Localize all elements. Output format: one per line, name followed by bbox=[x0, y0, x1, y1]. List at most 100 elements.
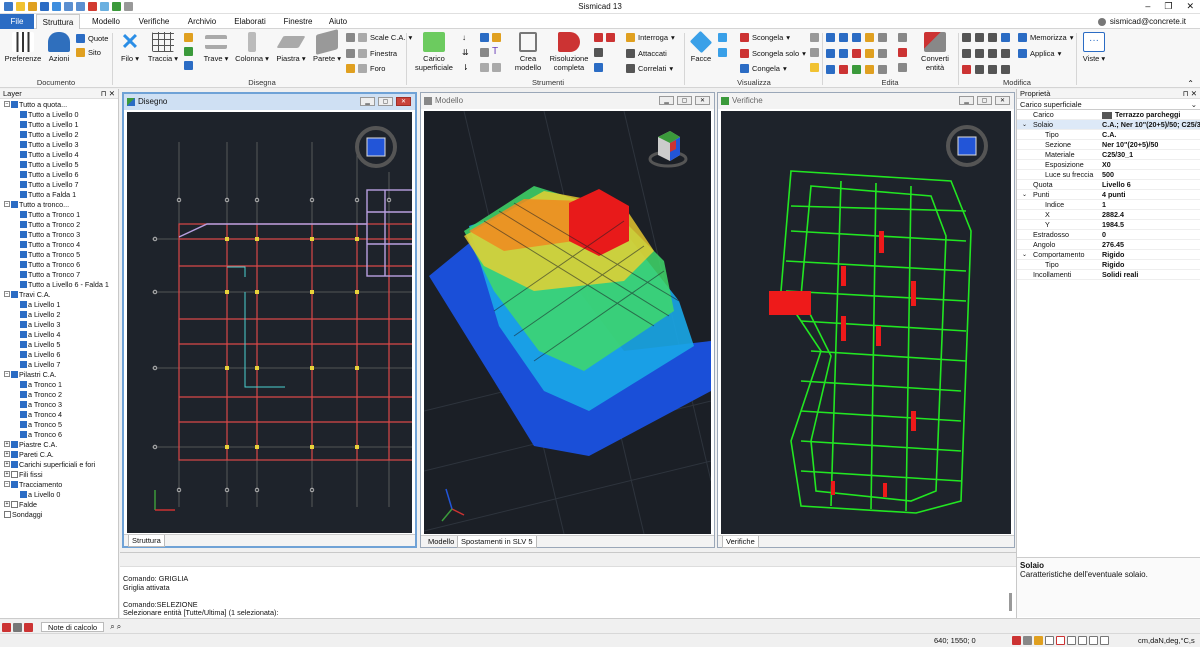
extend-icon[interactable] bbox=[865, 49, 874, 58]
memorizza-button[interactable]: Memorizza ▾ bbox=[1018, 33, 1073, 42]
load-linear-icon[interactable]: ⇂ bbox=[462, 63, 469, 72]
property-value[interactable]: 500 bbox=[1099, 170, 1200, 180]
minimize-icon[interactable]: ▁ bbox=[360, 97, 375, 106]
property-row[interactable]: Luce su freccia 500 bbox=[1017, 170, 1200, 180]
layer-checkbox[interactable] bbox=[4, 510, 11, 518]
trim-icon[interactable] bbox=[852, 49, 861, 58]
property-copy-icon[interactable] bbox=[898, 63, 907, 72]
tab-verifiche-view[interactable]: Verifiche bbox=[722, 536, 759, 548]
collapse-icon[interactable]: − bbox=[4, 371, 10, 378]
layer-item[interactable]: + Piastre C.A. bbox=[0, 440, 118, 450]
expand-icon[interactable]: + bbox=[4, 451, 10, 458]
fence-select-icon[interactable] bbox=[1001, 33, 1010, 42]
stop-icon[interactable] bbox=[2, 622, 11, 632]
maximize-icon[interactable]: ▢ bbox=[378, 97, 393, 106]
layer-checkbox[interactable] bbox=[20, 130, 27, 138]
cross-select-icon[interactable] bbox=[988, 33, 997, 42]
layer-item[interactable]: + Carichi superficiali e fori bbox=[0, 460, 118, 470]
layer-item[interactable]: + Pareti C.A. bbox=[0, 450, 118, 460]
layer-item[interactable]: a Tronco 4 bbox=[0, 410, 118, 420]
layer-checkbox[interactable] bbox=[11, 370, 18, 378]
layer-item[interactable]: Sondaggi bbox=[0, 510, 118, 520]
filo-button[interactable]: ✕ Filo ▾ bbox=[116, 31, 144, 64]
group-icon[interactable] bbox=[988, 65, 997, 74]
attaccati-button[interactable]: Attaccati bbox=[626, 49, 667, 58]
layer-checkbox[interactable] bbox=[20, 320, 27, 328]
layer-item[interactable]: Tutto a Livello 5 bbox=[0, 160, 118, 170]
align-icon[interactable] bbox=[839, 65, 848, 74]
modello-window[interactable]: Modello ▁ ▢ ✕ Modello Spostamenti in SLV… bbox=[420, 92, 715, 548]
scale-ca-button[interactable]: Scale C.A. ▾ bbox=[346, 33, 412, 42]
bulb-toggle-icon[interactable] bbox=[1023, 636, 1032, 645]
collapse-icon[interactable]: − bbox=[4, 291, 10, 298]
window-select-icon[interactable] bbox=[975, 33, 984, 42]
scongela-button[interactable]: Scongela ▾ bbox=[740, 33, 790, 42]
trave-button[interactable]: Trave ▾ bbox=[200, 32, 232, 63]
layer-checkbox[interactable] bbox=[20, 140, 27, 148]
layer-item[interactable]: a Tronco 6 bbox=[0, 430, 118, 440]
tracking-toggle-icon[interactable] bbox=[1089, 636, 1098, 645]
expand-icon[interactable]: + bbox=[4, 441, 10, 448]
layer-item[interactable]: Tutto a Livello 7 bbox=[0, 180, 118, 190]
property-row[interactable]: Incollamenti Solidi reali bbox=[1017, 270, 1200, 280]
object-snap-icon[interactable] bbox=[1067, 636, 1076, 645]
view-dropdown-icon[interactable] bbox=[718, 33, 727, 42]
copy-icon[interactable] bbox=[839, 33, 848, 42]
layers-toggle-icon[interactable] bbox=[1012, 636, 1021, 645]
property-value[interactable]: 4 punti bbox=[1099, 190, 1200, 200]
layer-item[interactable]: Tutto a Livello 0 bbox=[0, 110, 118, 120]
brush-icon[interactable] bbox=[594, 63, 603, 72]
quote-button[interactable]: Quote bbox=[76, 34, 108, 43]
layer-checkbox[interactable] bbox=[20, 310, 27, 318]
layer-item[interactable]: Tutto a Livello 6 - Falda 1 bbox=[0, 280, 118, 290]
layer-item[interactable]: a Tronco 2 bbox=[0, 390, 118, 400]
calc-icon[interactable] bbox=[13, 622, 22, 632]
view-cube[interactable] bbox=[648, 131, 688, 168]
tab-finestre[interactable]: Finestre bbox=[276, 14, 320, 29]
converti-entita-button[interactable]: Converti entità bbox=[914, 32, 956, 72]
tab-modello-view[interactable]: Modello bbox=[425, 536, 457, 548]
layer-checkbox[interactable] bbox=[20, 410, 27, 418]
property-value[interactable]: 276.45 bbox=[1099, 240, 1200, 250]
ortho-toggle-icon[interactable] bbox=[1045, 636, 1054, 645]
pin-close-icon[interactable]: ⊓ ✕ bbox=[101, 89, 115, 99]
maximize-icon[interactable]: ▢ bbox=[677, 96, 692, 105]
tab-spostamenti-view[interactable]: Spostamenti in SLV 5 bbox=[457, 536, 537, 548]
property-row[interactable]: Quota Livello 6 bbox=[1017, 180, 1200, 190]
layer-item[interactable]: + Falde bbox=[0, 500, 118, 510]
layer-checkbox[interactable] bbox=[20, 110, 27, 118]
tab-modello[interactable]: Modello bbox=[84, 14, 128, 29]
carico-superficiale-button[interactable]: Carico superficiale bbox=[410, 32, 458, 72]
stretch-icon[interactable] bbox=[878, 33, 887, 42]
property-row[interactable]: Carico Terrazzo parcheggi bbox=[1017, 110, 1200, 120]
layer-checkbox[interactable] bbox=[11, 470, 18, 478]
load-distributed-icon[interactable]: ⇊ bbox=[462, 48, 469, 57]
chevron-down-icon[interactable]: ⌄ bbox=[1022, 250, 1027, 260]
layer-checkbox[interactable] bbox=[11, 290, 18, 298]
expand-icon[interactable]: + bbox=[4, 501, 10, 508]
layer-checkbox[interactable] bbox=[20, 170, 27, 178]
view-cube[interactable] bbox=[355, 126, 397, 168]
collapse-icon[interactable]: − bbox=[4, 481, 10, 488]
viste-button[interactable]: ··· Viste ▾ bbox=[1080, 32, 1108, 63]
layer-item[interactable]: a Tronco 3 bbox=[0, 400, 118, 410]
property-value[interactable]: Livello 6 bbox=[1099, 180, 1200, 190]
layer-checkbox[interactable] bbox=[11, 450, 18, 458]
load-arrow-icon[interactable]: ↓ bbox=[462, 33, 466, 42]
filter-icon[interactable] bbox=[988, 49, 997, 58]
entity-type-select[interactable]: Carico superficiale ⌄ bbox=[1017, 99, 1200, 110]
property-value[interactable]: Rigido bbox=[1099, 260, 1200, 270]
layer-item[interactable]: Tutto a Tronco 6 bbox=[0, 260, 118, 270]
collapse-ribbon-icon[interactable]: ⌃ bbox=[1187, 79, 1194, 88]
property-row[interactable]: Y 1984.5 bbox=[1017, 220, 1200, 230]
property-row[interactable]: X 2882.4 bbox=[1017, 210, 1200, 220]
layer-checkbox[interactable] bbox=[20, 430, 27, 438]
close-icon[interactable]: ✕ bbox=[995, 96, 1010, 105]
close-icon[interactable]: ✕ bbox=[695, 96, 710, 105]
layer-checkbox[interactable] bbox=[20, 380, 27, 388]
layer-checkbox[interactable] bbox=[11, 480, 18, 488]
layer-checkbox[interactable] bbox=[20, 300, 27, 308]
property-value[interactable]: Ner 10"(20+5)/50 bbox=[1099, 140, 1200, 150]
layer-checkbox[interactable] bbox=[20, 120, 27, 128]
layer-checkbox[interactable] bbox=[20, 240, 27, 248]
